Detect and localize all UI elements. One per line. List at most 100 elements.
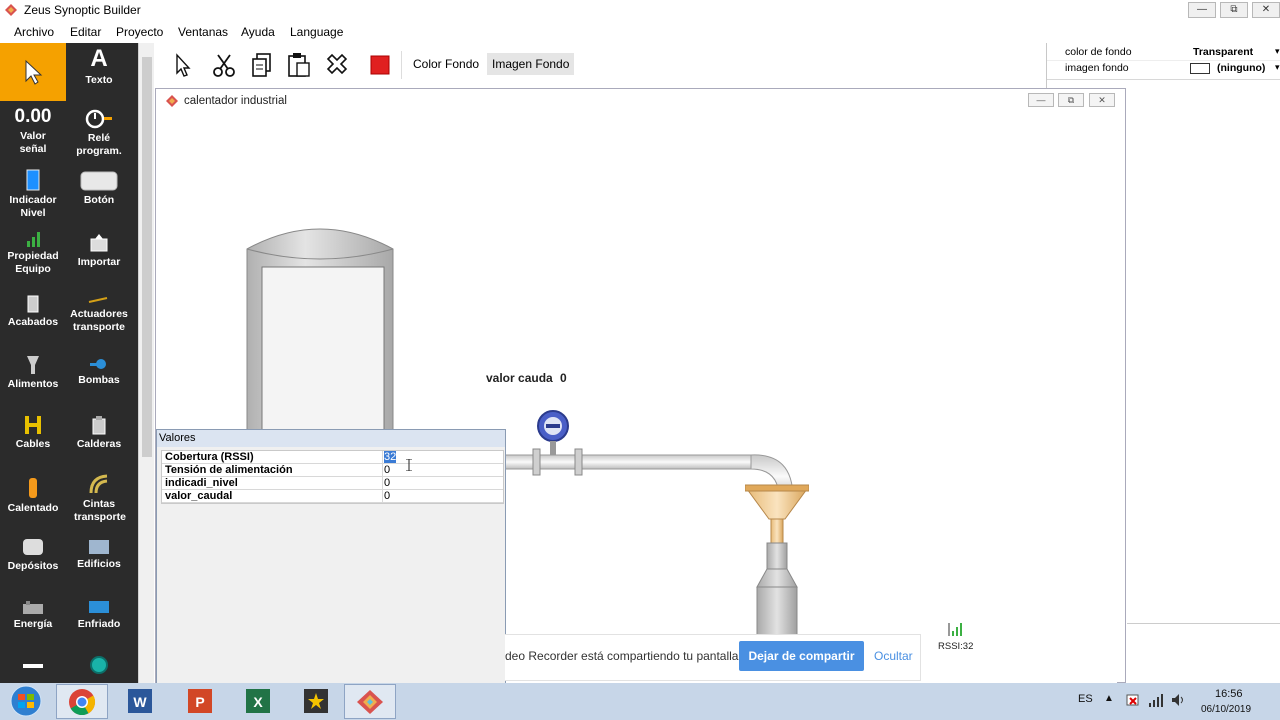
heater-icon <box>29 478 37 498</box>
row-value: 32 <box>384 451 397 463</box>
palette-scrollbar[interactable] <box>138 43 154 683</box>
hopper[interactable] <box>745 483 809 653</box>
tool-cintas-transporte[interactable]: Cintas transporte <box>66 473 132 531</box>
close-button[interactable]: ✕ <box>1252 2 1280 18</box>
taskbar-zeus[interactable] <box>344 684 396 719</box>
timer-relay-icon <box>85 109 112 129</box>
valor-cauda-value: 0 <box>560 371 567 385</box>
tool-bombas[interactable]: Bombas <box>66 357 132 415</box>
paste-icon[interactable] <box>285 51 313 79</box>
tool-calentado[interactable]: Calentado <box>0 477 66 535</box>
clock-time[interactable]: 16:56 <box>1215 688 1243 700</box>
share-message: deo Recorder está compartiendo tu pantal… <box>505 649 742 663</box>
circle-icon <box>90 656 108 674</box>
child-restore-button[interactable]: ⧉ <box>1058 93 1084 107</box>
menu-ayuda[interactable]: Ayuda <box>241 25 275 39</box>
chrome-icon <box>69 689 96 716</box>
stop-sharing-button[interactable]: Dejar de compartir <box>739 641 864 671</box>
red-square-icon[interactable] <box>366 51 394 79</box>
taskbar-chrome[interactable] <box>56 684 108 719</box>
menu-archivo[interactable]: Archivo <box>14 25 54 39</box>
menu-language[interactable]: Language <box>290 25 343 39</box>
tool-depositos[interactable]: Depósitos <box>0 537 66 595</box>
zeus-app-icon <box>166 95 178 107</box>
valores-header: Valores <box>157 430 505 447</box>
tool-texto[interactable]: A Texto <box>66 47 132 105</box>
dropdown-icon[interactable]: ▾ <box>1275 46 1280 57</box>
child-minimize-button[interactable]: — <box>1028 93 1054 107</box>
select-icon[interactable] <box>168 51 196 79</box>
child-close-button[interactable]: ✕ <box>1089 93 1115 107</box>
row-value[interactable]: 0 <box>382 490 503 503</box>
tool-propiedad-label: Propiedad Equipo <box>7 250 59 275</box>
tool-indicador-label: Indicador Nivel <box>9 194 57 219</box>
tool-alimentos[interactable]: Alimentos <box>0 355 66 413</box>
tool-importar[interactable]: Importar <box>66 233 132 291</box>
cut-icon[interactable] <box>210 51 238 79</box>
copy-icon[interactable] <box>248 51 276 79</box>
valor-cauda-label: valor cauda <box>486 371 553 385</box>
tool-circle[interactable] <box>66 655 132 683</box>
row-name: Cobertura (RSSI) <box>165 451 254 463</box>
tool-enfriado-label: Enfriado <box>77 618 121 630</box>
tool-cables-label: Cables <box>15 438 51 450</box>
delete-icon[interactable] <box>323 51 351 79</box>
excel-icon[interactable]: X <box>244 687 272 715</box>
tank[interactable] <box>243 219 397 434</box>
row-value[interactable]: 0 <box>382 477 503 490</box>
tool-actuadores-transporte[interactable]: Actuadores transporte <box>66 295 132 353</box>
powerpoint-icon[interactable]: P <box>186 687 214 715</box>
tool-edificios[interactable]: Edificios <box>66 537 132 595</box>
palette-scroll-thumb[interactable] <box>142 57 152 457</box>
hide-link[interactable]: Ocultar <box>874 649 913 663</box>
menu-proyecto[interactable]: Proyecto <box>116 25 163 39</box>
tool-texto-label: Texto <box>85 74 113 86</box>
tray-expand-icon[interactable]: ▲ <box>1104 693 1114 704</box>
word-icon[interactable]: W <box>126 687 154 715</box>
valores-table: Cobertura (RSSI) 32 Tensión de alimentac… <box>161 450 504 504</box>
tool-enfriado[interactable]: Enfriado <box>66 599 132 657</box>
dropdown-icon[interactable]: ▾ <box>1275 62 1280 73</box>
tool-rele-program[interactable]: Relé program. <box>66 107 132 165</box>
tool-importar-label: Importar <box>77 256 121 268</box>
text-cursor-icon <box>406 459 412 471</box>
action-center-icon[interactable] <box>1125 692 1141 708</box>
svg-text:P: P <box>195 694 204 710</box>
title-bar: Zeus Synoptic Builder — ⧉ ✕ <box>0 0 1280 20</box>
network-icon[interactable] <box>1148 692 1164 708</box>
rssi-label: RSSI:32 <box>938 641 974 652</box>
tool-arrow[interactable] <box>0 661 66 683</box>
tool-pointer[interactable] <box>0 43 66 101</box>
language-indicator[interactable]: ES <box>1078 693 1093 705</box>
imagen-fondo-button[interactable]: Imagen Fondo <box>487 53 575 75</box>
color-fondo-button[interactable]: Color Fondo <box>408 53 484 75</box>
import-icon <box>90 234 108 252</box>
property-row[interactable]: imagen fondo (ninguno) ▾ <box>1047 60 1280 75</box>
volume-icon[interactable] <box>1170 692 1186 708</box>
menu-ventanas[interactable]: Ventanas <box>178 25 228 39</box>
start-button[interactable] <box>8 685 44 718</box>
tool-rele-label: Relé program. <box>76 132 122 157</box>
property-row[interactable]: color de fondo Transparent ▾ <box>1047 45 1280 60</box>
tool-boton[interactable]: Botón <box>66 171 132 229</box>
star-app-icon[interactable] <box>302 687 330 715</box>
menu-bar: Archivo Editar Proyecto Ventanas Ayuda L… <box>0 21 1280 43</box>
tool-energia[interactable]: Energía <box>0 599 66 657</box>
restore-button[interactable]: ⧉ <box>1220 2 1248 18</box>
tool-cables[interactable]: Cables <box>0 415 66 473</box>
row-value-field[interactable]: 32 <box>382 451 503 464</box>
row-value[interactable]: 0 <box>382 464 503 477</box>
tool-acabados[interactable]: Acabados <box>0 295 66 353</box>
window-title: Zeus Synoptic Builder <box>24 3 141 17</box>
minimize-button[interactable]: — <box>1188 2 1216 18</box>
signal-bars-icon <box>948 623 962 636</box>
tool-valor-senal[interactable]: 0.00 Valor señal <box>0 107 66 165</box>
clock-date[interactable]: 06/10/2019 <box>1201 704 1251 715</box>
component-palette: A Texto 0.00 Valor señal Relé program. I… <box>0 43 138 683</box>
tool-calderas[interactable]: Calderas <box>66 415 132 473</box>
table-row: Cobertura (RSSI) 32 <box>162 451 503 464</box>
tool-indicador-nivel[interactable]: Indicador Nivel <box>0 169 66 227</box>
text-icon: A <box>90 45 108 72</box>
tool-propiedad-equipo[interactable]: Propiedad Equipo <box>0 231 66 289</box>
menu-editar[interactable]: Editar <box>70 25 101 39</box>
